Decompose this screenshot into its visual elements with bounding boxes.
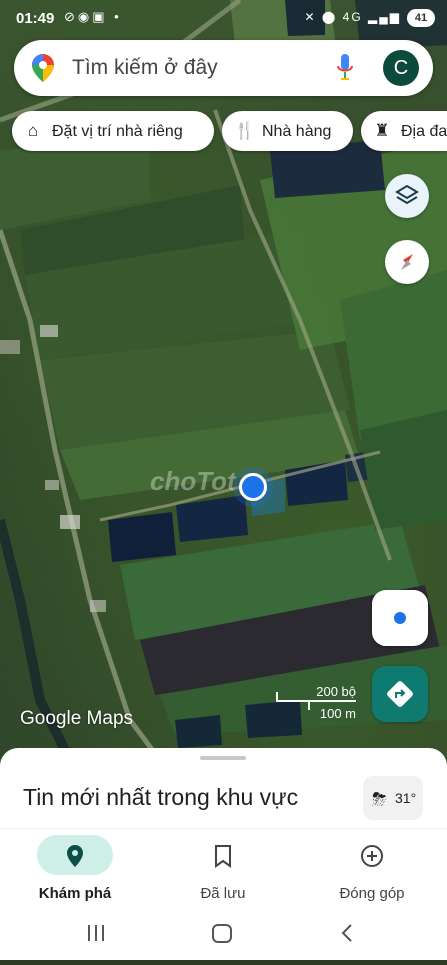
network-type: 4G [342,10,363,24]
home-button-icon[interactable] [212,924,232,943]
nav-contribute[interactable]: Đóng góp [307,835,437,913]
google-maps-logo: Google Maps [20,708,134,729]
chip-label: Nhà hàng [262,123,332,140]
compass-button[interactable] [385,240,429,284]
search-bar[interactable]: Tìm kiếm ở đây C [14,40,433,96]
bookmark-icon [215,845,231,868]
chip-label: Đặt vị trí nhà riêng [52,123,183,140]
nav-label: Đóng góp [339,885,405,902]
sheet-drag-handle[interactable] [200,756,246,760]
bottom-navigation: Khám phá Đã lưu Đóng góp [0,828,447,915]
my-location-button[interactable] [372,590,428,646]
home-icon: ⌂ [27,121,39,140]
my-location-icon [394,612,406,624]
search-input[interactable]: Tìm kiếm ở đây [72,56,218,80]
nav-explore[interactable]: Khám phá [10,835,140,913]
google-maps-pin-icon [32,54,54,82]
back-icon[interactable] [341,924,352,942]
chip-set-home[interactable]: ⌂ Đặt vị trí nhà riêng [12,111,214,151]
watermark-text: choTot [150,466,236,496]
sheet-title: Tin mới nhất trong khu vực [23,784,299,810]
explore-pin-icon [67,845,83,867]
current-location-dot [239,473,267,501]
bottom-sheet[interactable]: Tin mới nhất trong khu vực ⛈ 31° [0,748,447,828]
status-icons: ✕ ⬤ 4G ▂▄▆ [304,10,401,24]
temperature-label: 31° [395,790,417,806]
mute-icon: ✕ [304,10,317,24]
thunderstorm-icon: ⛈ [372,789,387,809]
chip-restaurants[interactable]: 🍴 Nhà hàng [222,111,353,151]
signal-icon: ▂▄▆ [368,10,401,24]
chip-landmarks[interactable]: ♜ Địa đa [361,111,447,151]
layers-button[interactable] [385,174,429,218]
restaurant-icon: 🍴 [234,121,256,140]
status-bar: 01:49 ⊘◉▣ • ✕ ⬤ 4G ▂▄▆ 41 [0,0,447,36]
account-avatar[interactable]: C [383,50,419,86]
location-status-icon: ⬤ [321,10,338,24]
status-time: 01:49 [16,10,55,27]
scale-feet-label: 200 bộ [316,684,356,699]
scale-line [276,700,356,702]
nav-label: Khám phá [38,885,112,902]
chip-label: Địa đa [401,123,447,140]
battery-indicator: 41 [407,9,435,27]
system-navigation-bar [0,914,447,960]
weather-chip[interactable]: ⛈ 31° [363,776,423,820]
directions-button[interactable] [372,666,428,722]
add-circle-icon [361,845,383,867]
scale-meter-label: 100 m [319,706,356,721]
map-scale: 200 bộ 100 m [268,684,364,724]
compass-icon [401,254,413,270]
notification-icons: ⊘◉▣ • [64,9,122,24]
nav-label: Đã lưu [200,885,246,902]
layers-icon [395,184,419,205]
scale-tick [308,700,310,710]
microphone-icon[interactable] [336,54,354,82]
landmark-icon: ♜ [374,121,390,140]
recents-icon[interactable] [88,925,104,941]
nav-saved[interactable]: Đã lưu [158,835,288,913]
directions-icon [387,681,413,707]
